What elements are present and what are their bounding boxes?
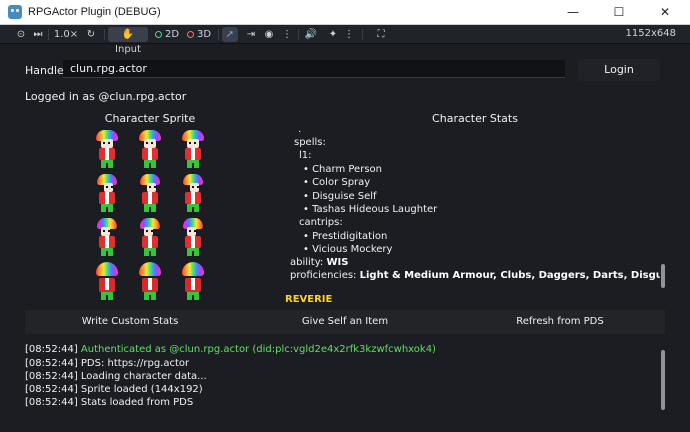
sprite-frame [94,218,120,258]
log-line: [08:52:44] PDS: https://rpg.actor [25,358,189,370]
log-timestamp: [08:52:44] [25,344,78,355]
log-line: [08:52:44] Sprite loaded (144x192) [25,384,203,396]
toolbar-divider [104,29,105,40]
log-line: [08:52:44] Authenticated as @clun.rpg.ac… [25,344,436,356]
character-sprite-sheet [90,130,220,306]
log-message: PDS: https://rpg.actor [80,358,190,369]
proficiencies-line: proficiencies: Light & Medium Armour, Cl… [290,269,660,282]
input-icon: ✋ [121,29,135,40]
resolution-readout: 1152x648 [625,28,676,39]
toolbar-divider [48,29,49,40]
log-message: Authenticated as @clun.rpg.actor (did:pl… [80,344,436,355]
sprite-frame [94,262,120,302]
give-item-button[interactable]: Give Self an Item [238,310,452,334]
toolbar-divider [298,29,299,40]
maximize-button[interactable]: ☐ [596,0,642,25]
more-options-icon[interactable]: ⋮ [282,27,292,42]
log-timestamp: [08:52:44] [25,397,78,408]
sprite-frame [180,262,206,302]
login-status: Logged in as @clun.rpg.actor [25,90,187,103]
reset-speed-icon[interactable]: ↻ [84,27,98,42]
mode-2d-button[interactable]: 2D [154,27,180,42]
select-cursor-icon[interactable]: ➚ [222,27,238,42]
audio-icon[interactable]: 🔊 [304,27,318,42]
proficiencies-value: Light & Medium Armour, Clubs, Daggers, D… [359,270,660,281]
window-frame-bottom [0,424,690,432]
mode-3d-label: 3D [196,29,212,40]
godot-app-icon [8,5,22,19]
log-timestamp: [08:52:44] [25,358,78,369]
debug-toolbar: ⊙ ⏭ 1.0× ↻ ✋ Input 2D 3D ➚ ⇥ ◉ ⋮ 🔊 ✦ ⋮ ⛶… [0,25,690,55]
character-stats-scroll[interactable]: . spells: l1: • Charm Person • Color Spr… [280,126,660,302]
camera-override-icon[interactable]: ✦ [326,27,340,42]
close-button[interactable]: ✕ [642,0,688,25]
sprite-panel-title: Character Sprite [104,112,196,125]
stats-panel-title: Character Stats [432,112,518,125]
list-select-icon[interactable]: ⇥ [244,27,258,42]
action-bar: Write Custom Stats Give Self an Item Ref… [25,310,665,334]
stats-scrollbar[interactable] [661,264,665,288]
log-scrollbar[interactable] [661,350,665,410]
ability-line: ability: WIS [290,256,348,269]
mode-3d-icon [186,31,194,38]
write-custom-stats-button[interactable]: Write Custom Stats [25,310,235,334]
fullscreen-icon[interactable]: ⛶ [374,27,388,42]
sprite-frame [180,130,206,170]
window-title: RPGActor Plugin (DEBUG) [28,6,161,18]
proficiencies-key: proficiencies: [290,270,357,281]
handle-label: Handle: [25,64,68,77]
stat-line: spells: [294,137,326,148]
stat-line: • Disguise Self [303,191,377,202]
visibility-icon[interactable]: ◉ [262,27,276,42]
remote-debug-icon[interactable]: ⊙ [14,27,28,42]
log-output[interactable]: [08:52:44] Authenticated as @clun.rpg.ac… [25,334,665,412]
toolbar-divider [362,29,363,40]
stat-line: • Prestidigitation [303,231,388,242]
log-message: Loading character data... [80,371,207,382]
handle-input[interactable]: clun.rpg.actor [63,60,565,78]
mode-3d-button[interactable]: 3D [186,27,212,42]
stat-line: cantrips: [299,217,343,228]
step-frame-icon[interactable]: ⏭ [32,27,44,42]
input-mode-button[interactable]: ✋ Input [108,27,148,55]
log-line: [08:52:44] Loading character data... [25,371,207,383]
stat-line: . [298,126,302,135]
ability-key: ability: [290,257,324,268]
mode-2d-icon [154,31,162,38]
stat-line: • Vicious Mockery [303,244,393,255]
log-message: Stats loaded from PDS [80,397,194,408]
log-message: Sprite loaded (144x192) [80,384,203,395]
mode-2d-label: 2D [164,29,180,40]
log-timestamp: [08:52:44] [25,371,78,382]
refresh-from-pds-button[interactable]: Refresh from PDS [455,310,665,334]
sprite-frame [137,130,163,170]
input-mode-label: Input [115,44,141,55]
title-bar: RPGActor Plugin (DEBUG) — ☐ ✕ [0,0,690,25]
stat-line: • Color Spray [303,177,371,188]
stat-line: • Tashas Hideous Laughter [303,204,438,215]
stat-line: l1: [299,150,312,161]
speed-selector[interactable]: 1.0× [52,27,80,42]
camera-options-icon[interactable]: ⋮ [344,27,354,42]
sprite-frame [94,130,120,170]
sprite-frame [137,174,163,214]
sprite-frame [137,218,163,258]
stat-line: • Charm Person [303,164,382,175]
sprite-frame [94,174,120,214]
log-timestamp: [08:52:44] [25,384,78,395]
minimize-button[interactable]: — [550,0,596,25]
sprite-frame [137,262,163,302]
login-button[interactable]: Login [578,59,660,81]
section-heading: REVERIE [285,294,333,302]
toolbar-divider [218,29,219,40]
sprite-frame [180,174,206,214]
sprite-frame [180,218,206,258]
ability-value: WIS [326,257,349,268]
log-line: [08:52:44] Stats loaded from PDS [25,397,193,409]
